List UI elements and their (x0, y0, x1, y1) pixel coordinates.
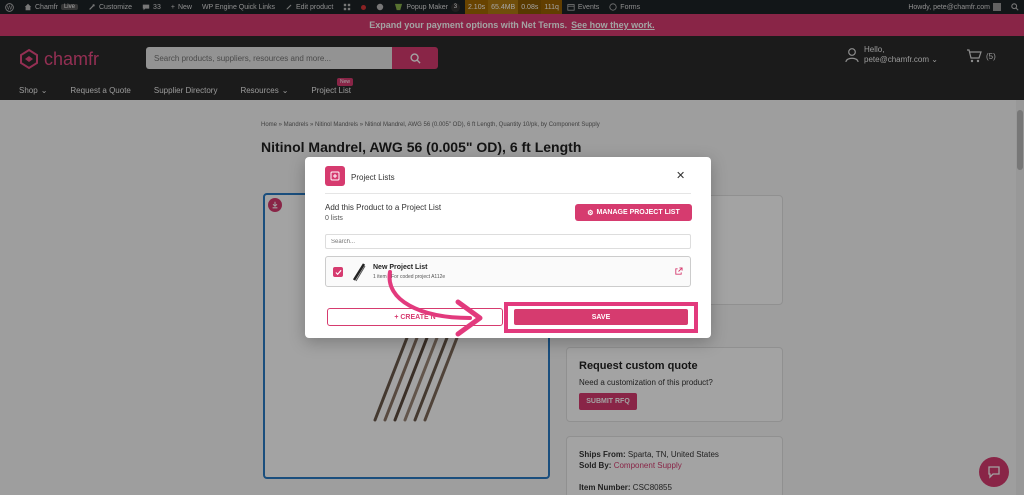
manage-project-list-button[interactable]: ⚙ MANAGE PROJECT LIST (575, 204, 692, 221)
modal-subtitle: Add this Product to a Project List (325, 203, 442, 212)
modal-divider (325, 193, 691, 194)
project-list-checkbox[interactable] (333, 267, 343, 277)
save-button[interactable]: SAVE (514, 309, 688, 325)
project-list-name: New Project List (373, 264, 428, 271)
external-link-icon[interactable] (674, 267, 683, 276)
project-list-icon (325, 166, 345, 186)
project-list-item-count: 1 item (373, 274, 387, 280)
gear-icon: ⚙ (587, 209, 594, 217)
list-thumbnail (352, 263, 366, 282)
close-icon[interactable]: ✕ (676, 171, 685, 182)
lists-count: 0 lists (325, 215, 343, 222)
check-icon (334, 269, 342, 275)
modal-title: Project Lists (351, 173, 395, 182)
project-list-item[interactable]: New Project List 1 item · For coded proj… (325, 256, 691, 287)
project-list-description: For coded project A112e (391, 274, 446, 280)
create-new-list-button[interactable]: + CREATE N (327, 308, 503, 326)
manage-project-list-label: MANAGE PROJECT LIST (596, 209, 680, 216)
project-list-search-input[interactable] (325, 234, 691, 249)
project-list-meta: 1 item · For coded project A112e (373, 274, 446, 280)
